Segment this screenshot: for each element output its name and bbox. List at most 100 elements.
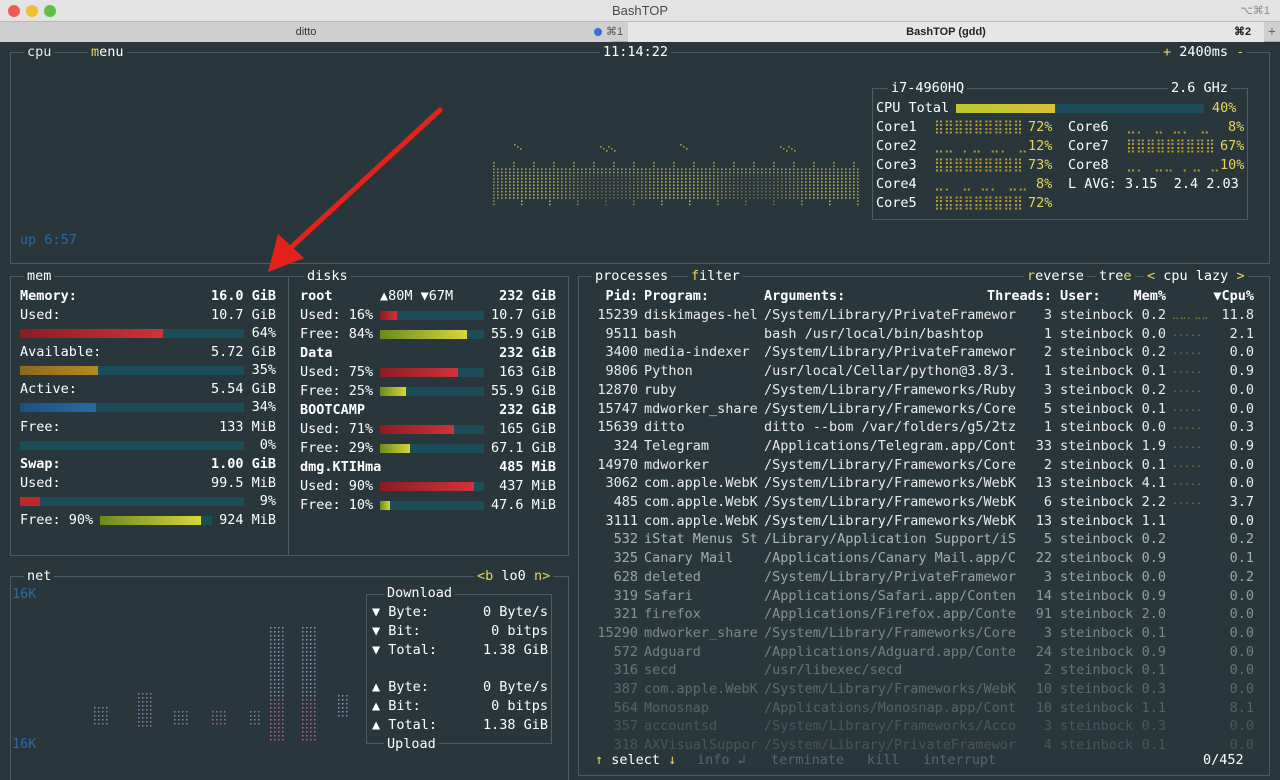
prev-interface-button[interactable]: <b	[477, 568, 493, 584]
cpu-graph-dot	[717, 178, 719, 180]
process-cpu-sparkline: .....	[1172, 383, 1203, 395]
cpu-graph-dot	[505, 187, 507, 190]
cpu-total-pct: 40%	[1212, 100, 1237, 116]
cpu-graph-dot	[849, 190, 851, 193]
cpu-graph-dot	[649, 174, 651, 177]
disk-free-meter	[380, 387, 484, 396]
cpu-graph-dot	[681, 190, 683, 193]
cpu-graph-dot	[857, 190, 859, 193]
net-graph-dot	[346, 695, 348, 697]
menu-button[interactable]: menu	[88, 44, 127, 60]
cpu-graph-dot	[705, 181, 707, 183]
cpu-graph-dot	[669, 168, 671, 170]
cpu-graph-dot	[829, 187, 831, 190]
sort-prev-button[interactable]: <	[1147, 268, 1155, 284]
net-graph-dot	[274, 719, 276, 721]
cpu-graph-dot	[645, 194, 647, 196]
col-threads[interactable]: Threads:	[986, 287, 1052, 305]
new-tab-plus-icon[interactable]: +	[1264, 22, 1280, 42]
process-program: mdworker_share	[644, 400, 758, 417]
down-total: 1.38 GiB	[482, 642, 548, 658]
col-user[interactable]: User:	[1060, 287, 1101, 305]
cpu-graph-dot	[741, 184, 743, 186]
cpu-graph-dot	[521, 200, 523, 202]
terminate-button[interactable]: terminate	[768, 752, 848, 768]
cpu-graph-dot	[645, 171, 647, 174]
cpu-graph-dot	[577, 190, 579, 193]
kill-button[interactable]: kill	[864, 752, 903, 768]
sort-selector[interactable]: < cpu lazy >	[1144, 268, 1248, 284]
cpu-graph-dot	[717, 194, 719, 196]
cpu-graph-dot	[713, 190, 715, 193]
cpu-graph-dot	[693, 197, 695, 199]
col-mem[interactable]: Mem%	[1120, 287, 1166, 305]
process-cpu: 0.0	[1229, 456, 1254, 473]
cpu-graph-dot	[721, 190, 723, 193]
net-graph-dot	[274, 639, 276, 641]
cpu-graph-dot	[737, 190, 739, 193]
load-average: L AVG: 3.15 2.4 2.03	[1068, 176, 1239, 192]
cpu-graph-dot	[817, 190, 819, 193]
disk-free-label: Free: 84%	[300, 326, 374, 342]
net-graph-dot	[186, 711, 188, 713]
cpu-graph-dot	[733, 190, 735, 193]
net-graph-dot	[342, 703, 344, 705]
net-graph-dot	[282, 735, 284, 737]
net-graph-dot	[342, 699, 344, 701]
cpu-graph-dot	[585, 190, 587, 193]
net-graph-dot	[282, 631, 284, 633]
net-interface-selector[interactable]: <b lo0 n>	[474, 568, 554, 584]
filter-button[interactable]: filter	[688, 268, 743, 284]
cpu-graph-dot	[745, 203, 747, 206]
cpu-graph-dot	[773, 187, 775, 190]
process-mem: 0.3	[1141, 681, 1166, 697]
tree-button[interactable]: tree	[1096, 268, 1135, 284]
cpu-graph-dot	[817, 197, 819, 199]
col-cpu[interactable]: ▼Cpu%	[1200, 287, 1254, 305]
cpu-graph-dot	[809, 197, 811, 199]
cpu-graph-dot	[549, 197, 551, 199]
cpu-graph-dot	[717, 200, 719, 202]
cpu-graph-dot	[749, 194, 751, 196]
net-graph-dot	[224, 719, 226, 721]
net-graph-dot	[314, 679, 316, 681]
net-graph-dot	[306, 723, 308, 725]
swap-free-label: Free: 90%	[20, 512, 94, 528]
cpu-graph-dot	[501, 181, 503, 183]
info-button[interactable]: info ↲	[694, 752, 749, 768]
interrupt-button[interactable]: interrupt	[920, 752, 1000, 768]
cpu-graph-dot	[613, 165, 615, 167]
cpu-graph-dot	[749, 168, 751, 170]
process-mem: 0.9	[1141, 550, 1166, 567]
col-program[interactable]: Program:	[644, 287, 709, 305]
net-graph-dot	[138, 709, 140, 711]
net-graph-dot	[258, 719, 260, 721]
reverse-button[interactable]: reverse	[1024, 268, 1087, 284]
tab-bashtop[interactable]: BashTOP (gdd)	[628, 22, 1264, 42]
process-arguments: /Applications/Canary Mail.app/C	[764, 550, 1016, 567]
tab-ditto[interactable]: ditto	[0, 22, 612, 42]
cpu-graph-dot	[613, 168, 615, 170]
cpu-graph-dot	[493, 194, 495, 196]
cpu-graph-dot	[825, 178, 827, 180]
cpu-graph-dot	[569, 171, 571, 174]
sort-next-button[interactable]: >	[1236, 268, 1244, 284]
net-graph-dot	[338, 707, 340, 709]
cpu-graph-dot	[513, 168, 515, 170]
net-graph-dot	[142, 693, 144, 695]
cpu-graph-dot	[653, 165, 655, 167]
cpu-graph-dot	[837, 184, 839, 186]
net-graph-dot	[310, 727, 312, 729]
col-pid[interactable]: Pid:	[586, 287, 638, 305]
net-graph-dot	[146, 697, 148, 699]
cpu-graph-dot	[513, 190, 515, 193]
update-rate[interactable]: + 2400ms -	[1160, 44, 1248, 60]
cpu-graph-dot	[505, 197, 507, 199]
col-arguments[interactable]: Arguments:	[764, 287, 845, 305]
cpu-graph-dot	[517, 187, 519, 190]
process-select-control[interactable]: ↑ select ↓	[592, 752, 680, 768]
cpu-total-label: CPU Total	[876, 100, 950, 116]
cpu-graph-dot	[493, 187, 495, 190]
cpu-graph-dot	[533, 190, 535, 193]
next-interface-button[interactable]: n>	[534, 568, 550, 584]
